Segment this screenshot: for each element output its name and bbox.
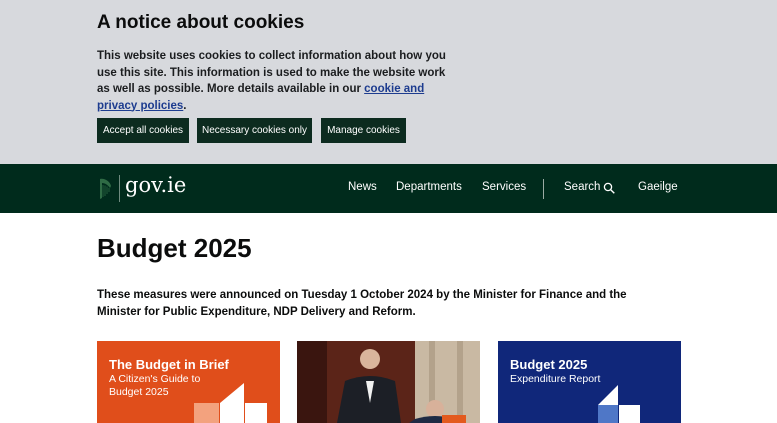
card-subtitle: Expenditure Report [510,373,601,385]
manage-cookies-button[interactable]: Manage cookies [321,118,406,143]
site-header: gov.ie News Departments Services Search … [0,164,777,213]
cookie-banner: A notice about cookies This website uses… [0,0,777,164]
page-title: Budget 2025 [97,233,252,263]
search-icon[interactable] [603,182,615,194]
cookie-banner-text: This website uses cookies to collect inf… [97,48,457,114]
necessary-cookies-button[interactable]: Necessary cookies only [197,118,312,143]
card-title: Budget 2025 [510,357,588,372]
budget-logo-mark [598,385,640,423]
expenditure-report-card[interactable]: Budget 2025 Expenditure Report [498,341,681,423]
nav-search[interactable]: Search [564,181,600,193]
harp-icon [100,178,111,199]
cookie-banner-title: A notice about cookies [97,12,305,33]
accept-all-cookies-button[interactable]: Accept all cookies [97,118,189,143]
logo-divider [119,175,120,202]
intro-text: These measures were announced on Tuesday… [97,289,627,318]
card-title: The Budget in Brief [109,357,229,372]
nav-departments[interactable]: Departments [396,181,462,193]
ministers-photo [297,341,480,423]
nav-news[interactable]: News [348,181,377,193]
budget-logo-mark [194,383,267,423]
ministers-photo-card[interactable] [297,341,480,423]
nav-gaeilge[interactable]: Gaeilge [638,181,678,193]
nav-divider [543,179,544,199]
budget-in-brief-card[interactable]: The Budget in Brief A Citizen's Guide to… [97,341,280,423]
gov-ie-logo[interactable]: gov.ie [125,173,186,197]
cookie-text-end: . [183,99,187,112]
nav-services[interactable]: Services [482,181,526,193]
